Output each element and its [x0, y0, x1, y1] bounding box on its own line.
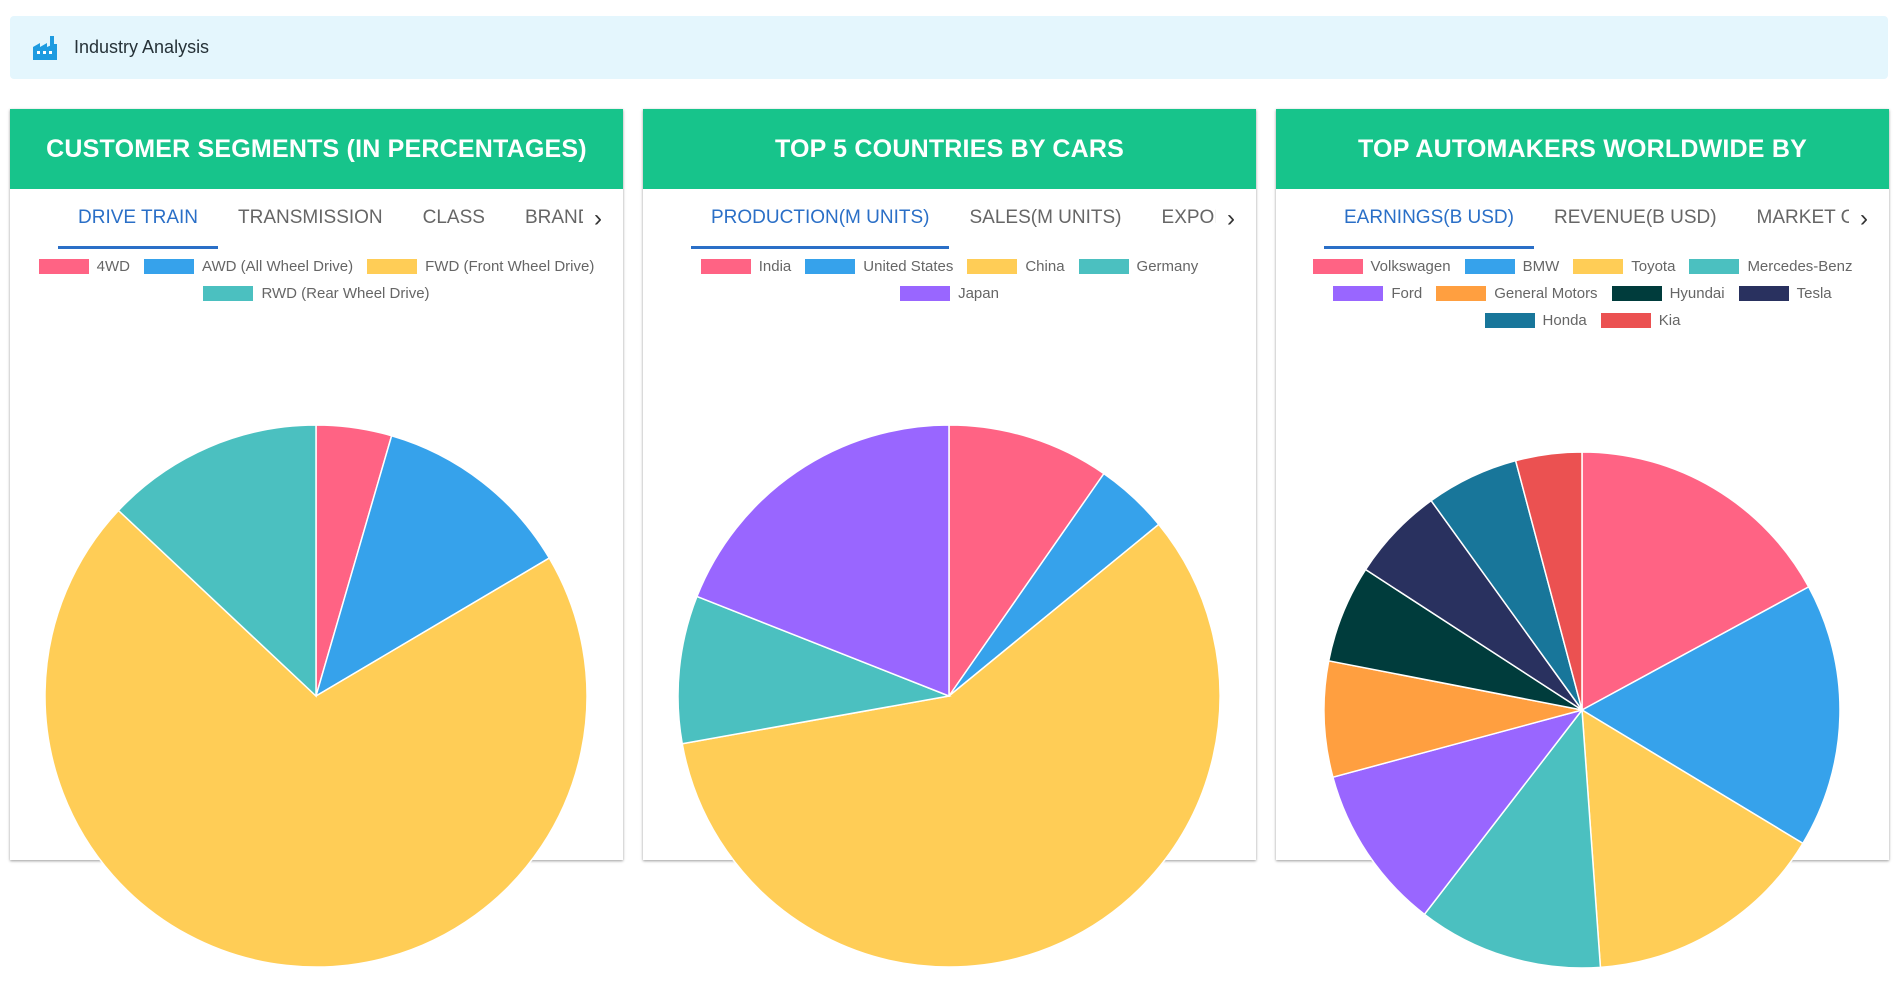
- legend-swatch: [805, 259, 856, 274]
- legend-label: AWD (All Wheel Drive): [202, 258, 354, 275]
- legend-swatch: [967, 259, 1018, 274]
- top-automakers-panel: TOP AUTOMAKERS WORLDWIDE BY EARNINGS(B U…: [1276, 109, 1889, 969]
- tab-exports[interactable]: EXPORTS: [1142, 189, 1216, 249]
- legend-label: Ford: [1391, 285, 1423, 302]
- pie-chart: [1323, 451, 1841, 969]
- factory-icon: [33, 35, 57, 60]
- panel-title: TOP 5 COUNTRIES BY CARS: [643, 109, 1256, 189]
- legend-swatch: [1484, 313, 1535, 328]
- chevron-right-icon[interactable]: ›: [1851, 189, 1877, 249]
- legend-label: United States: [863, 258, 954, 275]
- tab-production[interactable]: PRODUCTION(M UNITS): [691, 189, 950, 249]
- legend-swatch: [1464, 259, 1515, 274]
- legend-label: 4WD: [96, 258, 131, 275]
- tab-brand[interactable]: BRAND: [505, 189, 583, 249]
- tab-bar: PRODUCTION(M UNITS) SALES(M UNITS) EXPOR…: [643, 189, 1256, 249]
- legend-item-4wd[interactable]: 4WD: [38, 255, 131, 278]
- tab-drive-train[interactable]: DRIVE TRAIN: [58, 189, 219, 249]
- tab-bar: DRIVE TRAIN TRANSMISSION CLASS BRAND ›: [10, 189, 623, 249]
- tab-market-cap[interactable]: MARKET CAP: [1737, 189, 1849, 249]
- legend-item-bmw[interactable]: BMW: [1464, 255, 1560, 278]
- legend-item-kia[interactable]: Kia: [1600, 309, 1681, 332]
- tab-sales[interactable]: SALES(M UNITS): [949, 189, 1141, 249]
- legend-label: BMW: [1522, 258, 1560, 275]
- pie-chart: [44, 424, 588, 968]
- legend-label: Volkswagen: [1370, 258, 1451, 275]
- legend-swatch: [1689, 259, 1740, 274]
- legend-item-honda[interactable]: Honda: [1484, 309, 1587, 332]
- legend-label: General Motors: [1494, 285, 1598, 302]
- chart-legend: 4WD AWD (All Wheel Drive) FWD (Front Wheel…: [10, 253, 623, 307]
- legend-label: Hyundai: [1669, 285, 1725, 302]
- legend-item-toyota[interactable]: Toyota: [1573, 255, 1675, 278]
- legend-swatch: [1312, 259, 1363, 274]
- tab-transmission[interactable]: TRANSMISSION: [218, 189, 403, 249]
- legend-label: Japan: [958, 285, 999, 302]
- legend-swatch: [700, 259, 751, 274]
- pie-chart: [677, 424, 1221, 968]
- legend-item-united-states[interactable]: United States: [805, 255, 953, 278]
- legend-item-general-motors[interactable]: General Motors: [1436, 282, 1598, 305]
- legend-swatch: [367, 259, 418, 274]
- legend-label: Tesla: [1796, 285, 1832, 302]
- legend-label: Kia: [1658, 312, 1681, 329]
- legend-item-ford[interactable]: Ford: [1333, 282, 1422, 305]
- legend-swatch: [144, 259, 195, 274]
- legend-item-rwd-rear-wheel-drive[interactable]: RWD (Rear Wheel Drive): [203, 282, 430, 305]
- chart-legend: Volkswagen BMW Toyota Mercedes-Benz Ford Gene…: [1276, 253, 1889, 334]
- legend-swatch: [1573, 259, 1624, 274]
- tab-revenue[interactable]: REVENUE(B USD): [1534, 189, 1737, 249]
- legend-item-mercedes-benz[interactable]: Mercedes-Benz: [1689, 255, 1852, 278]
- legend-swatch: [900, 286, 951, 301]
- tab-earnings[interactable]: EARNINGS(B USD): [1324, 189, 1534, 249]
- legend-swatch: [1738, 286, 1789, 301]
- legend-label: FWD (Front Wheel Drive): [425, 258, 595, 275]
- page-header: Industry Analysis: [10, 16, 1888, 79]
- legend-item-japan[interactable]: Japan: [900, 282, 999, 305]
- legend-swatch: [1600, 313, 1651, 328]
- tab-class[interactable]: CLASS: [403, 189, 505, 249]
- legend-swatch: [1333, 286, 1384, 301]
- legend-swatch: [38, 259, 89, 274]
- legend-swatch: [1436, 286, 1487, 301]
- legend-item-volkswagen[interactable]: Volkswagen: [1312, 255, 1451, 278]
- panel-title: TOP AUTOMAKERS WORLDWIDE BY: [1276, 109, 1889, 189]
- legend-label: Toyota: [1631, 258, 1676, 275]
- legend-item-fwd-front-wheel-drive[interactable]: FWD (Front Wheel Drive): [367, 255, 594, 278]
- legend-item-india[interactable]: India: [700, 255, 792, 278]
- legend-swatch: [1611, 286, 1662, 301]
- legend-item-germany[interactable]: Germany: [1078, 255, 1199, 278]
- top-countries-panel: TOP 5 COUNTRIES BY CARS PRODUCTION(M UNI…: [643, 109, 1256, 968]
- legend-item-awd-all-wheel-drive[interactable]: AWD (All Wheel Drive): [144, 255, 353, 278]
- legend-item-hyundai[interactable]: Hyundai: [1611, 282, 1725, 305]
- chevron-right-icon[interactable]: ›: [1218, 189, 1244, 249]
- legend-label: RWD (Rear Wheel Drive): [261, 285, 430, 302]
- tab-bar: EARNINGS(B USD) REVENUE(B USD) MARKET CA…: [1276, 189, 1889, 249]
- chevron-right-icon[interactable]: ›: [585, 189, 611, 249]
- panel-title: CUSTOMER SEGMENTS (IN PERCENTAGES): [10, 109, 623, 189]
- customer-segments-panel: CUSTOMER SEGMENTS (IN PERCENTAGES) DRIVE…: [10, 109, 623, 968]
- legend-label: Germany: [1136, 258, 1199, 275]
- legend-swatch: [1078, 259, 1129, 274]
- legend-label: China: [1025, 258, 1065, 275]
- page-title: Industry Analysis: [74, 37, 210, 57]
- legend-item-china[interactable]: China: [967, 255, 1065, 278]
- legend-item-tesla[interactable]: Tesla: [1738, 282, 1832, 305]
- legend-label: Honda: [1542, 312, 1587, 329]
- legend-label: Mercedes-Benz: [1747, 258, 1853, 275]
- chart-legend: India United States China Germany Japan: [643, 253, 1256, 307]
- legend-label: India: [758, 258, 792, 275]
- legend-swatch: [203, 286, 254, 301]
